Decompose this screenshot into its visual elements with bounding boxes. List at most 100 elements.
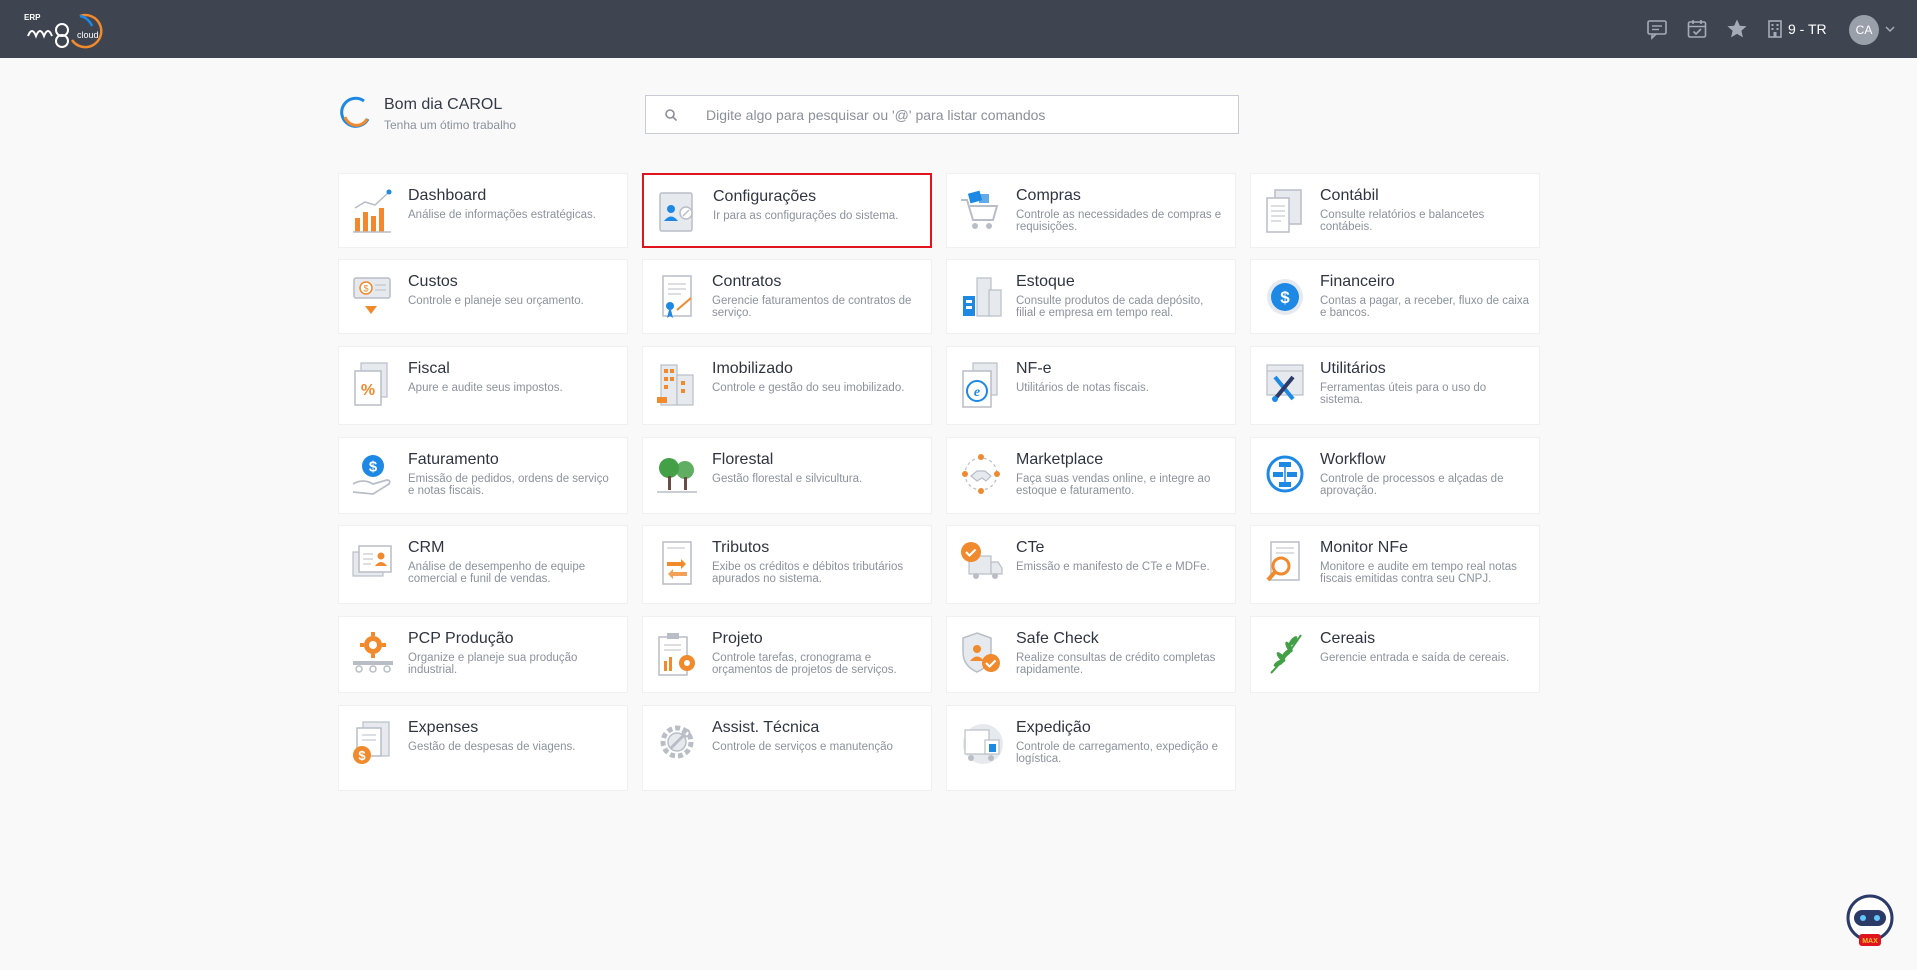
- module-title: Projeto: [712, 630, 763, 647]
- module-card-expenses[interactable]: $ Expenses Gestão de despesas de viagens.: [338, 705, 628, 791]
- contract-icon: [655, 272, 699, 322]
- module-card-nf-e[interactable]: e NF-e Utilitários de notas fiscais.: [946, 346, 1236, 425]
- module-description: Exibe os créditos e débitos tributários …: [712, 561, 904, 585]
- module-description: Gerencie entrada e saída de cereais.: [1320, 652, 1510, 664]
- module-card-pcp-producao[interactable]: PCP Produção Organize e planeje sua produ…: [338, 616, 628, 693]
- module-card-imobilizado[interactable]: Imobilizado Controle e gestão do seu imob…: [642, 346, 932, 425]
- assistant-robot-icon[interactable]: MAX: [1840, 890, 1900, 950]
- module-description: Utilitários de notas fiscais.: [1016, 382, 1149, 394]
- module-card-utilitarios[interactable]: Utilitários Ferramentas úteis para o uso …: [1250, 346, 1540, 425]
- module-title: Utilitários: [1320, 360, 1386, 377]
- module-title: Estoque: [1016, 273, 1075, 290]
- module-card-projeto[interactable]: Projeto Controle tarefas, cronograma e or…: [642, 616, 932, 693]
- chat-icon[interactable]: [1646, 18, 1668, 40]
- dollar-hand-icon: $: [351, 450, 395, 500]
- module-description: Gestão florestal e silvicultura.: [712, 473, 863, 485]
- module-description: Consulte produtos de cada depósito, fili…: [1016, 295, 1204, 319]
- assistant-label: MAX: [1862, 938, 1878, 945]
- module-card-florestal[interactable]: Florestal Gestão florestal e silvicultura…: [642, 437, 932, 514]
- module-description: Controle e gestão do seu imobilizado.: [712, 382, 905, 394]
- module-card-cereais[interactable]: Cereais Gerencie entrada e saída de cerea…: [1250, 616, 1540, 693]
- module-description: Ir para as configurações do sistema.: [713, 210, 899, 222]
- module-card-financeiro[interactable]: $ Financeiro Contas a pagar, a receber, fl…: [1250, 259, 1540, 334]
- settings-profile-icon: [656, 187, 700, 237]
- ledger-icon: [1263, 186, 1307, 236]
- module-title: Dashboard: [408, 187, 487, 204]
- shopping-cart-icon: [959, 186, 1003, 236]
- module-description: Análise de desempenho de equipe comercia…: [408, 561, 586, 585]
- module-title: PCP Produção: [408, 630, 514, 647]
- nfe-document-icon: e: [959, 359, 1003, 409]
- search-input[interactable]: [706, 96, 1226, 133]
- module-card-assist-tecnica[interactable]: Assist. Técnica Controle de serviços e ma…: [642, 705, 932, 791]
- module-description: Apure e audite seus impostos.: [408, 382, 563, 394]
- search-icon: [665, 109, 678, 122]
- module-description: Controle tarefas, cronograma e orçamento…: [712, 652, 897, 676]
- module-card-dashboard[interactable]: Dashboard Análise de informações estratég…: [338, 173, 628, 248]
- module-title: Configurações: [713, 188, 817, 205]
- svg-text:ERP: ERP: [24, 13, 41, 22]
- module-title: Marketplace: [1016, 451, 1104, 468]
- handshake-icon: [959, 450, 1003, 500]
- module-title: Tributos: [712, 539, 770, 556]
- module-card-contabil[interactable]: Contábil Consulte relatórios e balancetes…: [1250, 173, 1540, 248]
- module-title: NF-e: [1016, 360, 1052, 377]
- module-card-tributos[interactable]: Tributos Exibe os créditos e débitos trib…: [642, 525, 932, 604]
- trees-icon: [655, 450, 699, 500]
- svg-text:$: $: [1280, 288, 1290, 307]
- module-card-estoque[interactable]: Estoque Consulte produtos de cada depósit…: [946, 259, 1236, 334]
- module-description: Controle de serviços e manutenção: [712, 741, 893, 753]
- module-description: Controle e planeje seu orçamento.: [408, 295, 584, 307]
- module-description: Monitore e audite em tempo real notas fi…: [1320, 561, 1517, 585]
- module-card-contratos[interactable]: Contratos Gerencie faturamentos de contra…: [642, 259, 932, 334]
- calendar-check-icon[interactable]: [1686, 18, 1708, 40]
- expenses-icon: $: [351, 718, 395, 768]
- module-title: Fiscal: [408, 360, 450, 377]
- module-card-configuracoes[interactable]: Configurações Ir para as configurações do…: [642, 173, 932, 248]
- module-description: Gestão de despesas de viagens.: [408, 741, 576, 753]
- module-card-custos[interactable]: $ Custos Controle e planeje seu orçamento.: [338, 259, 628, 334]
- avatar[interactable]: CA: [1849, 15, 1879, 45]
- svg-text:e: e: [974, 385, 980, 400]
- production-gear-icon: [351, 629, 395, 679]
- module-card-faturamento[interactable]: $ Faturamento Emissão de pedidos, ordens d…: [338, 437, 628, 514]
- module-card-workflow[interactable]: Workflow Controle de processos e alçadas …: [1250, 437, 1540, 514]
- module-card-compras[interactable]: Compras Controle as necessidades de compr…: [946, 173, 1236, 248]
- module-card-marketplace[interactable]: Marketplace Faça suas vendas online, e in…: [946, 437, 1236, 514]
- module-card-crm[interactable]: CRM Análise de desempenho de equipe comer…: [338, 525, 628, 604]
- top-bar: ERP cloud 9 - TR CA: [0, 0, 1917, 58]
- star-icon[interactable]: [1726, 18, 1748, 40]
- chevron-down-icon[interactable]: [1884, 24, 1896, 34]
- tax-arrows-icon: [655, 538, 699, 588]
- module-description: Controle de processos e alçadas de aprov…: [1320, 473, 1504, 497]
- module-title: Cereais: [1320, 630, 1376, 647]
- m8-cloud-logo[interactable]: ERP cloud: [22, 10, 117, 52]
- search-box[interactable]: [645, 95, 1239, 134]
- module-card-expedicao[interactable]: Expedição Controle de carregamento, exped…: [946, 705, 1236, 791]
- module-card-safe-check[interactable]: Safe Check Realize consultas de crédito c…: [946, 616, 1236, 693]
- buildings-icon: [655, 359, 699, 409]
- module-title: Monitor NFe: [1320, 539, 1409, 556]
- module-card-fiscal[interactable]: % Fiscal Apure e audite seus impostos.: [338, 346, 628, 425]
- warehouse-icon: [959, 272, 1003, 322]
- shipping-icon: [959, 718, 1003, 768]
- greeting-logo-icon: [340, 96, 370, 128]
- module-description: Emissão e manifesto de CTe e MDFe.: [1016, 561, 1210, 573]
- tools-icon: [1263, 359, 1307, 409]
- module-card-cte[interactable]: CTe Emissão e manifesto de CTe e MDFe.: [946, 525, 1236, 604]
- bar-chart-icon: [351, 186, 395, 236]
- module-title: Workflow: [1320, 451, 1386, 468]
- company-selector[interactable]: 9 - TR: [1768, 18, 1827, 40]
- module-card-monitor-nfe[interactable]: Monitor NFe Monitore e audite em tempo re…: [1250, 525, 1540, 604]
- module-title: Assist. Técnica: [712, 719, 820, 736]
- greeting-title: Bom dia CAROL: [384, 96, 503, 113]
- svg-text:$: $: [369, 459, 378, 476]
- module-title: Florestal: [712, 451, 774, 468]
- module-description: Contas a pagar, a receber, fluxo de caix…: [1320, 295, 1530, 319]
- module-title: Compras: [1016, 187, 1081, 204]
- magnifier-document-icon: [1263, 538, 1307, 588]
- percent-document-icon: %: [351, 359, 395, 409]
- module-description: Realize consultas de crédito completas r…: [1016, 652, 1216, 676]
- module-title: Custos: [408, 273, 458, 290]
- svg-text:%: %: [361, 382, 375, 399]
